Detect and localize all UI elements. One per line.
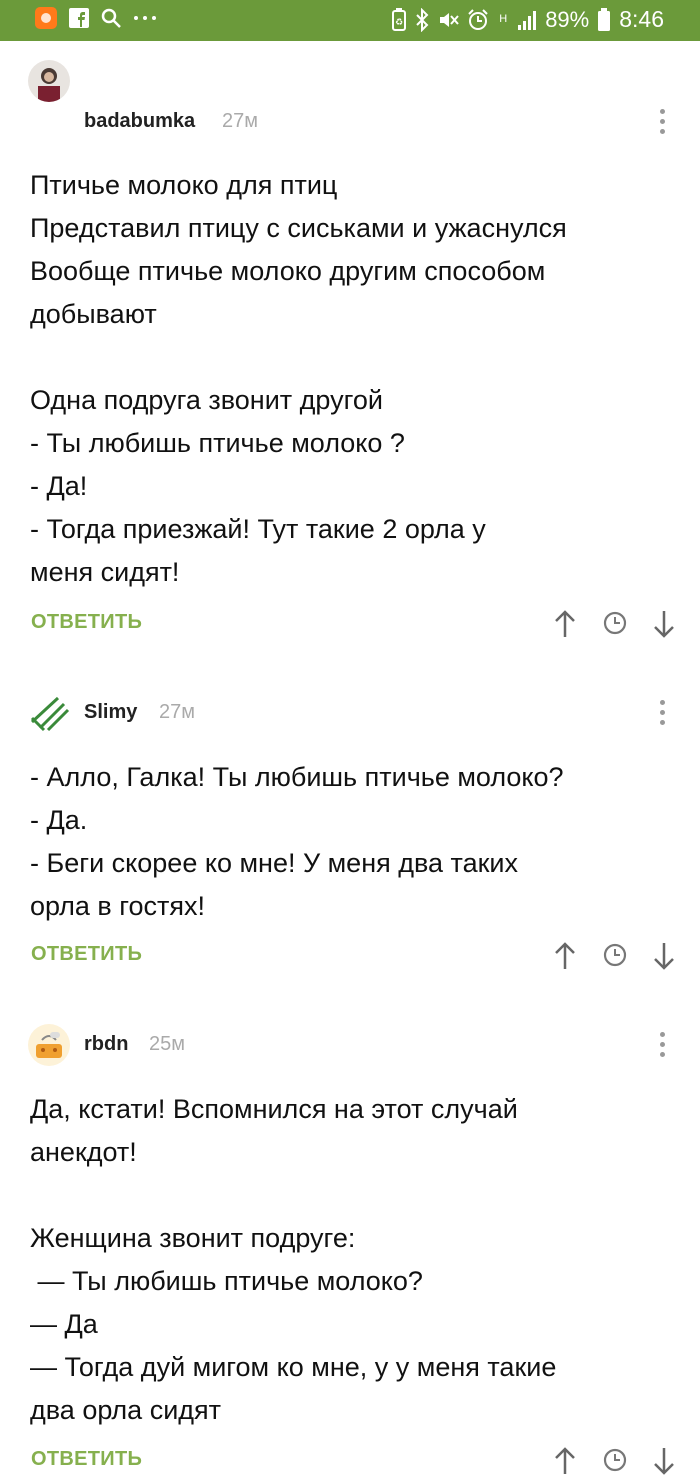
avatar[interactable] bbox=[28, 692, 70, 734]
pikabu-app-icon bbox=[34, 6, 58, 30]
battery-saver-icon: ♻ bbox=[391, 7, 407, 32]
downvote-icon[interactable] bbox=[650, 941, 678, 971]
more-options-icon[interactable] bbox=[652, 700, 672, 725]
upvote-icon[interactable] bbox=[551, 609, 579, 639]
clock-icon[interactable] bbox=[601, 609, 629, 639]
clock-icon[interactable] bbox=[601, 941, 629, 971]
comment-actions: ОТВЕТИТЬ bbox=[0, 609, 700, 639]
more-options-icon[interactable] bbox=[652, 1032, 672, 1057]
comment-time: 25м bbox=[149, 1033, 185, 1055]
alarm-icon bbox=[467, 8, 489, 31]
more-options-icon[interactable] bbox=[652, 109, 672, 134]
comment-text: Птичье молоко для птиц Представил птицу … bbox=[30, 170, 567, 587]
comment-time: 27м bbox=[159, 701, 195, 723]
reply-button[interactable]: ОТВЕТИТЬ bbox=[31, 943, 142, 966]
svg-text:♻: ♻ bbox=[395, 18, 403, 28]
comment-actions: ОТВЕТИТЬ bbox=[0, 941, 700, 971]
comment-text: Да, кстати! Вспомнился на этот случай ан… bbox=[30, 1094, 557, 1425]
comment-username[interactable]: badabumka bbox=[84, 110, 195, 133]
status-bar: ♻ H 89% 8:46 bbox=[0, 0, 700, 41]
avatar[interactable] bbox=[28, 60, 70, 102]
mute-icon bbox=[437, 9, 459, 31]
comment-username[interactable]: Slimy bbox=[84, 701, 137, 724]
more-notifications-icon bbox=[132, 13, 158, 23]
downvote-icon[interactable] bbox=[650, 609, 678, 639]
upvote-icon[interactable] bbox=[551, 941, 579, 971]
clock: 8:46 bbox=[619, 6, 664, 32]
facebook-icon bbox=[68, 7, 90, 29]
battery-percent: 89% bbox=[545, 6, 590, 32]
signal-strength-icon bbox=[517, 9, 537, 31]
comment-time: 27м bbox=[222, 110, 258, 132]
comment-text: - Алло, Галка! Ты любишь птичье молоко? … bbox=[30, 762, 564, 921]
downvote-icon[interactable] bbox=[650, 1446, 678, 1476]
comment-actions: ОТВЕТИТЬ bbox=[0, 1446, 700, 1476]
avatar[interactable] bbox=[28, 1024, 70, 1066]
upvote-icon[interactable] bbox=[551, 1446, 579, 1476]
bluetooth-icon bbox=[415, 7, 429, 32]
network-type-icon: H bbox=[499, 13, 508, 25]
reply-button[interactable]: ОТВЕТИТЬ bbox=[31, 1448, 142, 1471]
comment-username[interactable]: rbdn bbox=[84, 1033, 128, 1056]
search-icon bbox=[100, 7, 122, 29]
clock-icon[interactable] bbox=[601, 1446, 629, 1476]
battery-icon bbox=[597, 7, 611, 32]
reply-button[interactable]: ОТВЕТИТЬ bbox=[31, 611, 142, 634]
